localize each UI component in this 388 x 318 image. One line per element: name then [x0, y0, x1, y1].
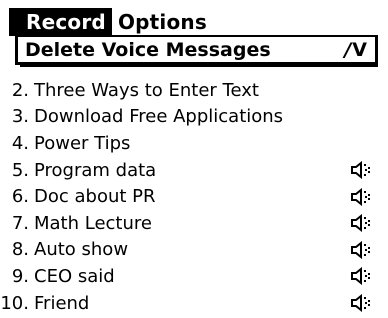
- list-item[interactable]: 8. Auto show: [0, 237, 388, 264]
- list-item[interactable]: 10. Friend: [0, 290, 388, 317]
- list-item-number: 2.: [11, 79, 29, 101]
- menu-item-label: Delete Voice Messages: [25, 38, 271, 61]
- list-item-number: 7.: [11, 212, 29, 234]
- menu-options[interactable]: Options: [111, 8, 213, 36]
- list-item[interactable]: 6. Doc about PR: [0, 183, 388, 210]
- list-item-number: 6.: [11, 186, 29, 208]
- menu-item-shortcut: / V: [344, 39, 367, 61]
- menu-record[interactable]: Record: [9, 8, 112, 36]
- list-item-number: 8.: [11, 239, 29, 261]
- list-item-title: Three Ways to Enter Text: [34, 79, 259, 101]
- menu-bar: Record Options: [9, 8, 239, 36]
- list-item[interactable]: 2. Three Ways to Enter Text: [0, 77, 388, 104]
- memo-list: 2. Three Ways to Enter Text 3. Download Fre…: [0, 77, 388, 316]
- list-item-number: 10.: [0, 292, 29, 314]
- list-item[interactable]: 4. Power Tips: [0, 130, 388, 157]
- list-item-number: 9.: [11, 265, 29, 287]
- speaker-icon[interactable]: [350, 267, 372, 286]
- list-item-title: Friend: [34, 292, 90, 314]
- list-item-title: Auto show: [34, 239, 129, 261]
- list-item-title: Math Lecture: [34, 212, 152, 234]
- list-item-title: CEO said: [34, 265, 115, 287]
- list-item-title: Power Tips: [34, 132, 131, 154]
- menu-item-delete-voice-messages[interactable]: Delete Voice Messages / V: [18, 37, 375, 62]
- list-item-title: Program data: [34, 159, 157, 181]
- speaker-icon[interactable]: [350, 240, 372, 259]
- list-item[interactable]: 9. CEO said: [0, 263, 388, 290]
- list-item[interactable]: 3. Download Free Applications: [0, 104, 388, 131]
- list-item-number: 3.: [11, 106, 29, 128]
- list-item-number: 5.: [11, 159, 29, 181]
- speaker-icon[interactable]: [350, 293, 372, 313]
- speaker-icon[interactable]: [350, 187, 372, 206]
- list-item[interactable]: 7. Math Lecture: [0, 210, 388, 237]
- list-item[interactable]: 5. Program data: [0, 157, 388, 184]
- list-item-number: 4.: [11, 132, 29, 154]
- list-item-title: Doc about PR: [34, 186, 156, 208]
- list-item-title: Download Free Applications: [34, 106, 284, 128]
- record-dropdown-menu: Delete Voice Messages / V: [15, 35, 378, 67]
- speaker-icon[interactable]: [350, 214, 372, 233]
- shortcut-stroke: /: [344, 38, 352, 61]
- speaker-icon[interactable]: [350, 160, 372, 180]
- shortcut-key: V: [352, 38, 367, 61]
